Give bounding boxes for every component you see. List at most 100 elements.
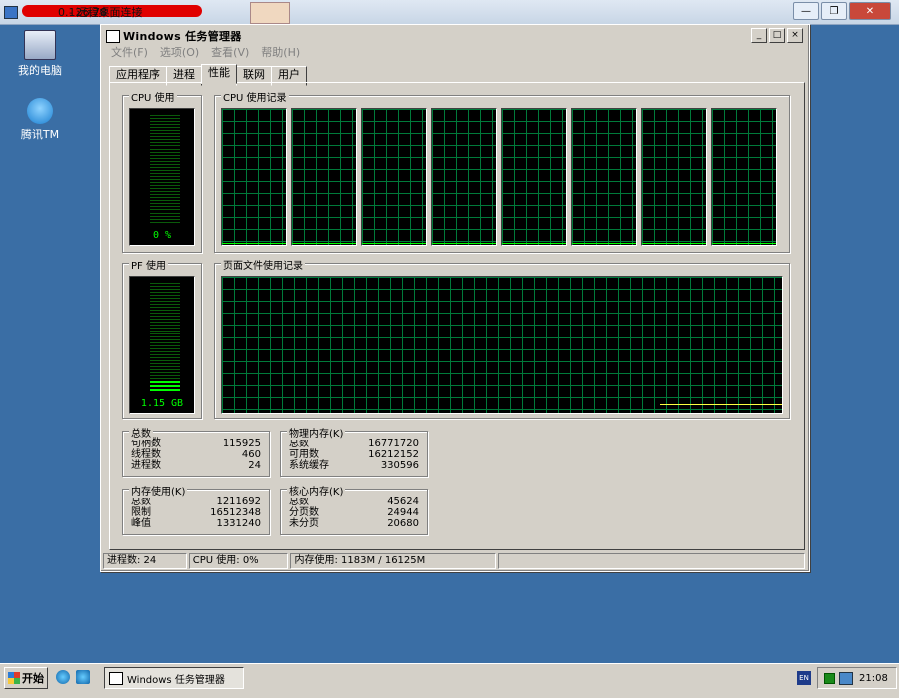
status-processes: 进程数: 24 (103, 553, 187, 569)
gauge-segment (150, 303, 180, 305)
gauge-segment (150, 166, 180, 168)
gauge-segment (150, 348, 180, 350)
desktop-icon-my-computer[interactable]: 我的电脑 (10, 30, 70, 78)
stat-row: 系统缓存 330596 (289, 460, 419, 471)
gauge-segment (150, 336, 180, 338)
cpu-usage-group: CPU 使用 0 % (122, 89, 202, 253)
cpu-core-line (642, 243, 706, 244)
minimize-button[interactable]: _ (751, 28, 767, 43)
cpu-usage-value: 0 % (152, 230, 172, 241)
gauge-segment (150, 375, 180, 377)
pf-history-line (660, 404, 782, 405)
commit-charge-group: 内存使用(K) 总数 1211692 限制 16512348 峰值 1331240 (122, 483, 270, 535)
menu-view[interactable]: 查看(V) (205, 45, 255, 61)
gauge-segment (150, 327, 180, 329)
gauge-segment (150, 197, 180, 199)
network-icon[interactable] (839, 671, 853, 685)
windows-flag-icon (8, 672, 20, 684)
gauge-segment (150, 378, 180, 379)
remote-restore-button[interactable]: ❐ (821, 2, 847, 20)
gauge-segment (150, 333, 180, 335)
gauge-segment (150, 118, 180, 120)
cpu-core-line (432, 243, 496, 244)
taskbar: 开始 Windows 任务管理器 EN 21:08 (0, 663, 899, 698)
gauge-segment (150, 285, 180, 287)
stat-row: 限制 16512348 (131, 507, 261, 518)
taskbar-task-manager-button[interactable]: Windows 任务管理器 (104, 667, 244, 689)
gauge-segment (150, 145, 180, 147)
gauge-segment (150, 212, 180, 214)
gauge-segment (150, 354, 180, 356)
gauge-segment (150, 191, 180, 193)
desktop-icon-tencent-tm[interactable]: 腾讯TM (10, 98, 70, 142)
stat-row: 未分页 20680 (289, 518, 419, 529)
tencent-tm-icon (27, 98, 53, 124)
gauge-segment (150, 297, 180, 299)
gauge-segment (150, 369, 180, 371)
cpu-core-graph (711, 108, 777, 246)
cpu-core-line (362, 243, 426, 244)
explorer-quicklaunch-icon[interactable] (76, 670, 90, 684)
remote-window-controls: — ❐ ✕ (791, 2, 891, 20)
stat-row: 进程数 24 (131, 460, 261, 471)
maximize-button[interactable]: □ (769, 28, 785, 43)
totals-group: 总数 句柄数 115925 线程数 460 进程数 24 (122, 425, 270, 477)
gauge-segment (150, 339, 180, 341)
remote-close-button[interactable]: ✕ (849, 2, 891, 20)
menu-file[interactable]: 文件(F) (105, 45, 154, 61)
gauge-segment (150, 345, 180, 347)
task-manager-window: Windows 任务管理器 _ □ × 文件(F) 选项(O) 查看(V) 帮助… (100, 24, 810, 572)
gauge-segment (150, 124, 180, 126)
cpu-core-graph (361, 108, 427, 246)
gauge-segment (150, 133, 180, 135)
menu-help[interactable]: 帮助(H) (255, 45, 306, 61)
language-indicator[interactable]: EN (797, 671, 811, 685)
gauge-segment (150, 306, 180, 308)
gauge-segment (150, 151, 180, 153)
ie-quicklaunch-icon[interactable] (56, 670, 70, 684)
pf-usage-value: 1.15 GB (140, 398, 184, 409)
gauge-segment (150, 200, 180, 202)
gauge-segment (150, 169, 180, 171)
gauge-segment (150, 142, 180, 144)
start-button[interactable]: 开始 (4, 667, 48, 689)
pf-usage-group: PF 使用 1.15 GB (122, 257, 202, 419)
menu-options[interactable]: 选项(O) (154, 45, 205, 61)
gauge-segment (150, 294, 180, 296)
gauge-segment (150, 188, 180, 190)
cpu-core-graph (571, 108, 637, 246)
pf-history-group: 页面文件使用记录 (214, 257, 790, 419)
gauge-segment (150, 115, 180, 116)
gauge-segment (150, 309, 180, 311)
cpu-core-graph (431, 108, 497, 246)
physical-memory-group: 物理内存(K) 总数 16771720 可用数 16212152 系统缓存 33059… (280, 425, 428, 477)
close-button[interactable]: × (787, 28, 803, 43)
tab-performance[interactable]: 性能 (201, 64, 237, 84)
system-tray: 21:08 (817, 667, 897, 689)
stat-row: 线程数 460 (131, 449, 261, 460)
cpu-history-group: CPU 使用记录 (214, 89, 790, 253)
tray-status-icon[interactable] (824, 672, 835, 684)
gauge-segment (150, 136, 180, 138)
cpu-core-graph (291, 108, 357, 246)
cpu-core-line (572, 243, 636, 244)
computer-icon (24, 30, 56, 60)
gauge-segment (150, 221, 180, 223)
clock[interactable]: 21:08 (859, 673, 888, 684)
gauge-segment (150, 160, 180, 162)
remote-title: 0.126.78- 远程桌面连接 (58, 6, 143, 19)
cpu-core-graph (501, 108, 567, 246)
cpu-core-line (222, 243, 286, 244)
remote-desktop-icon (4, 6, 18, 19)
stat-row: 峰值 1331240 (131, 518, 261, 529)
gauge-segment (150, 215, 180, 217)
gauge-segment (150, 148, 180, 150)
gauge-segment (150, 203, 180, 205)
remote-minimize-button[interactable]: — (793, 2, 819, 20)
gauge-segment (150, 357, 180, 359)
remote-thumbnail-icon[interactable] (250, 2, 290, 24)
cpu-core-line (502, 243, 566, 244)
task-manager-icon (106, 29, 120, 43)
title-bar[interactable]: Windows 任务管理器 _ □ × (103, 27, 805, 45)
cpu-usage-gauge: 0 % (129, 108, 195, 246)
